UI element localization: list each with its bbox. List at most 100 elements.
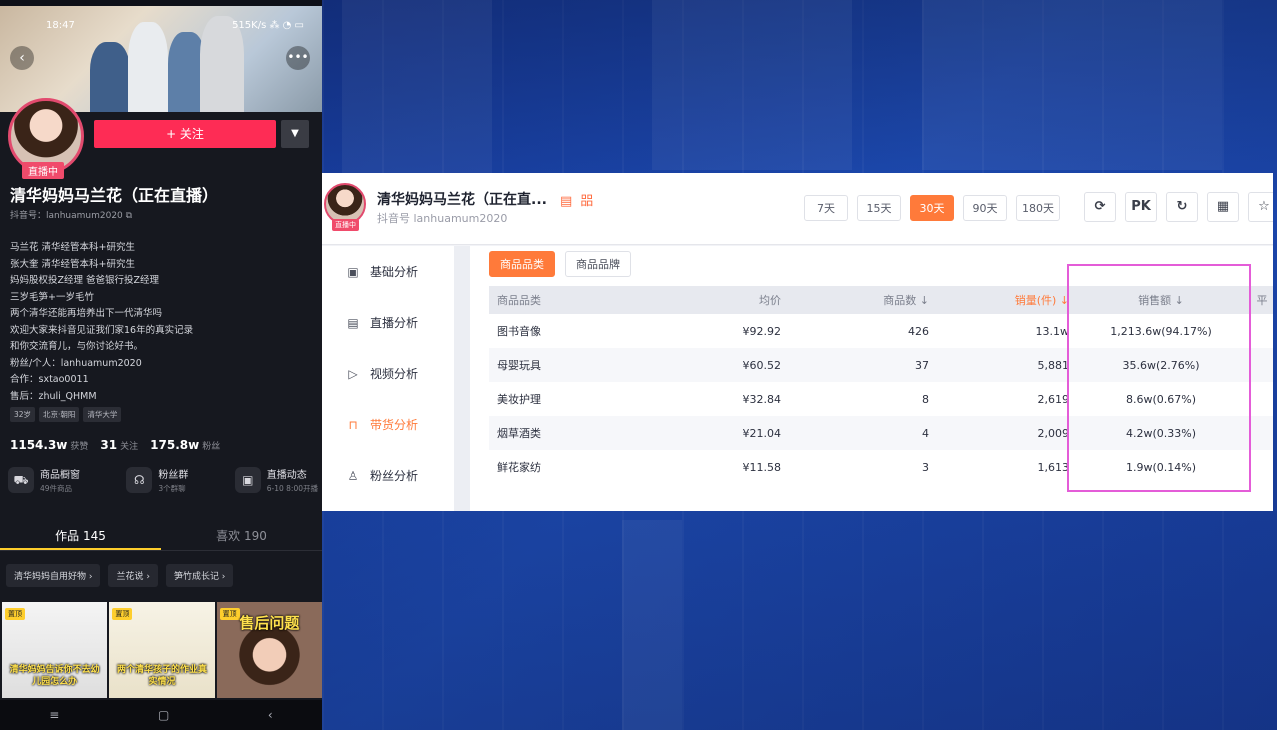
shortcut-sub: 6-10 8:00开播 [266,484,318,493]
cell-sales-volume: 13.1w [1035,324,1070,338]
table-row: 美妆护理 ¥32.84 8 2,619 8.6w(0.67%) [489,382,1273,416]
live-status-badge[interactable]: 直播中 [22,162,64,179]
video-thumbnail[interactable]: 置顶 清华妈妈告诉你不去幼儿园怎么办 [2,602,108,698]
period-90d[interactable]: 90天 [963,195,1007,221]
home-icon[interactable]: ▢ [158,708,169,722]
cell-sales-amount: 8.6w(0.67%) [1125,392,1197,406]
menu-icon[interactable]: ≡ [49,708,59,722]
cell-product-count: 4 [922,426,929,440]
user-icon: ♙ [347,468,359,483]
star-icon[interactable]: ☆ [1248,192,1273,222]
shop-window-shortcut[interactable]: ⛟ 商品橱窗 49件商品 [8,466,80,494]
cell-empty [1245,348,1273,382]
thumbnail-caption: 清华妈妈告诉你不去幼儿园怎么办 [9,665,100,687]
follow-dropdown-button[interactable]: ▼ [281,120,309,148]
tag-school: 清华大学 [83,407,122,422]
table-row: 鲜花家纺 ¥11.58 3 1,613 1.9w(0.14%) [489,450,1273,484]
col-sales-amount[interactable]: 销售额 ↓ [1077,286,1245,314]
table-row: 图书音像 ¥92.92 426 13.1w 1,213.6w(94.17%) [489,314,1273,348]
refresh-icon[interactable]: ⟳ [1084,192,1116,222]
sidebar-item-label: 视频分析 [370,367,419,381]
period-15d[interactable]: 15天 [857,195,901,221]
period-180d[interactable]: 180天 [1016,195,1060,221]
cell-avg-price: ¥92.92 [742,324,782,338]
cell-sales-volume: 2,619 [1037,392,1070,406]
back-button[interactable]: ‹ [10,46,34,70]
period-7d[interactable]: 7天 [804,195,848,221]
subtab-brand[interactable]: 商品品牌 [565,251,631,277]
sidebar-item-label: 直播分析 [370,316,419,330]
shopping-bag-icon: ⊓ [348,417,358,432]
cell-empty [1245,382,1273,416]
cell-avg-price: ¥32.84 [742,392,782,406]
cell-product-count: 37 [915,358,929,372]
col-avg-price: 均价 [759,294,781,307]
sidebar-item-sales[interactable]: ⊓ 带货分析 [322,399,454,450]
analysis-sidebar: ▣ 基础分析 ▤ 直播分析 ▷ 视频分析 ⊓ 带货分析 ♙ 粉丝分析 [322,246,454,511]
tab-likes[interactable]: 喜欢 190 [161,521,322,550]
video-thumbnail[interactable]: 置顶 售后问题 [216,602,322,698]
tag-location: 北京·朝阳 [39,407,80,422]
video-thumbnail[interactable]: 置顶 两个清华孩子的作业真实情况 [109,602,215,698]
bio-line: 三岁毛笋+一岁毛竹 [10,291,94,303]
category-subtabs: 商品品类 商品品牌 [489,251,631,277]
col-product-count[interactable]: 商品数 ↓ [789,286,937,314]
period-30d[interactable]: 30天 [910,195,954,221]
sidebar-item-live[interactable]: ▤ 直播分析 [322,297,454,348]
dashboard-header: 直播中 清华妈妈马兰花（正在直... ▤ 㗊 抖音号 lanhuamum2020… [322,173,1273,245]
collection-chip[interactable]: 笋竹成长记 › [165,564,234,587]
stat-likes[interactable]: 1154.3w 获赞 [10,434,88,453]
streamer-douyin-id: 抖音号 lanhuamum2020 [377,212,508,225]
status-time: 18:47 [46,20,75,31]
play-circle-icon: ▷ [348,366,358,381]
pk-button[interactable]: PK [1125,192,1157,222]
sidebar-item-basic[interactable]: ▣ 基础分析 [322,246,454,297]
cell-sales-volume: 1,613 [1037,460,1070,474]
cell-category: 鲜花家纺 [497,461,541,474]
cell-sales-amount: 1.9w(0.14%) [1125,460,1197,474]
tab-works[interactable]: 作品 145 [0,521,161,550]
bio-line: 马兰花 清华经管本科+研究生 [10,242,135,253]
sidebar-item-label: 基础分析 [370,265,419,279]
subtab-category[interactable]: 商品品类 [489,251,555,277]
cell-product-count: 3 [922,460,929,474]
cell-category: 图书音像 [497,325,541,338]
bg-building [622,520,682,730]
collection-chip[interactable]: 清华妈妈自用好物 › [6,564,101,587]
profile-banner: 18:47 515K/s ⁂ ◔ ▭ ‹ ••• [0,6,322,112]
sidebar-item-fans[interactable]: ♙ 粉丝分析 [322,450,454,501]
stat-following[interactable]: 31 关注 [100,434,138,453]
col-category: 商品品类 [497,294,541,307]
more-button[interactable]: ••• [286,46,310,70]
collection-chip[interactable]: 兰花说 › [108,564,158,587]
col-sales-volume[interactable]: 销量(件) ↓ [937,286,1077,314]
thumbnail-caption: 售后问题 [239,614,300,632]
sidebar-item-video[interactable]: ▷ 视频分析 [322,348,454,399]
bio-line: 粉丝/个人：lanhuamum2020 [10,357,142,369]
live-schedule-shortcut[interactable]: ▣ 直播动态 6-10 8:00开播 [234,466,318,494]
cell-product-count: 8 [922,392,929,406]
cell-sales-amount: 35.6w(2.76%) [1122,358,1200,372]
copy-icon: ⧉ [125,211,133,221]
table-row: 烟草酒类 ¥21.04 4 2,009 4.2w(0.33%) [489,416,1273,450]
cell-empty [1245,450,1273,484]
history-icon[interactable]: ↻ [1166,192,1198,222]
profile-shortcuts: ⛟ 商品橱窗 49件商品 ☊ 粉丝群 3个群聊 ▣ 直播动态 6-10 8:00开播 [8,466,318,494]
shortcut-sub: 49件商品 [40,484,73,493]
douyin-id[interactable]: 抖音号：lanhuamum2020 ⧉ [10,208,132,221]
streamer-name: 清华妈妈马兰花（正在直... [377,192,547,208]
cell-avg-price: ¥60.52 [742,358,782,372]
bio-line: 两个清华还能再培养出下一代清华吗 [10,308,163,319]
stat-followers[interactable]: 175.8w 粉丝 [150,434,220,453]
pinned-badge: 置顶 [112,608,133,620]
follow-button[interactable]: + 关注 [94,120,276,148]
chart-box-icon: ▣ [347,264,359,279]
streamer-badge-icons: ▤ 㗊 [560,194,596,209]
stat-value: 1154.3w [10,438,68,452]
back-icon[interactable]: ‹ [268,708,273,722]
sidebar-item-label: 带货分析 [370,418,419,432]
cell-product-count: 426 [908,324,929,338]
fan-group-shortcut[interactable]: ☊ 粉丝群 3个群聊 [126,466,188,494]
qrcode-icon[interactable]: ▦ [1207,192,1239,222]
live-tv-icon: ▤ [347,315,359,330]
